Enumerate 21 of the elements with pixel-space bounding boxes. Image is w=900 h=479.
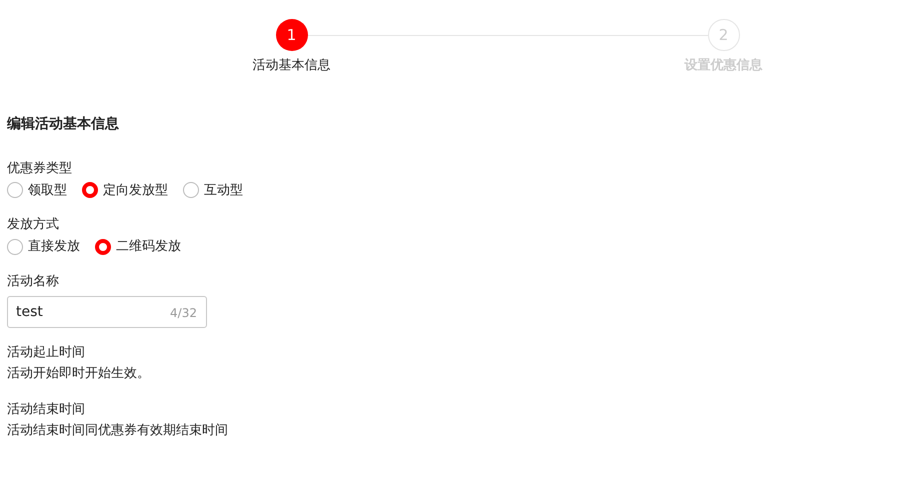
field-label: 活动起止时间	[7, 344, 86, 362]
radio-option[interactable]: 定向发放型	[82, 180, 168, 200]
field-label: 活动名称	[7, 272, 60, 290]
radio-option[interactable]: 二维码发放	[95, 237, 181, 256]
field-text: 活动开始即时开始生效。	[7, 364, 151, 382]
radio-option[interactable]: 直接发放	[7, 237, 80, 256]
radio-selected-icon	[95, 238, 111, 255]
radio-icon	[183, 182, 199, 198]
step-label: 活动基本信息	[252, 57, 330, 75]
radio-option[interactable]: 领取型	[7, 180, 67, 200]
radio-selected-icon	[82, 182, 98, 198]
field-text: 活动结束时间同优惠券有效期结束时间	[7, 422, 229, 440]
radio-icon	[7, 182, 23, 198]
field-label: 活动结束时间	[7, 400, 86, 418]
field-label: 优惠券类型	[7, 160, 73, 178]
radio-option[interactable]: 互动型	[183, 180, 243, 200]
field-label: 发放方式	[7, 216, 60, 234]
section-title: 编辑活动基本信息	[7, 114, 120, 134]
character-counter: 4/32	[170, 304, 197, 322]
radio-icon	[7, 238, 23, 255]
step-number: 1	[276, 19, 308, 51]
